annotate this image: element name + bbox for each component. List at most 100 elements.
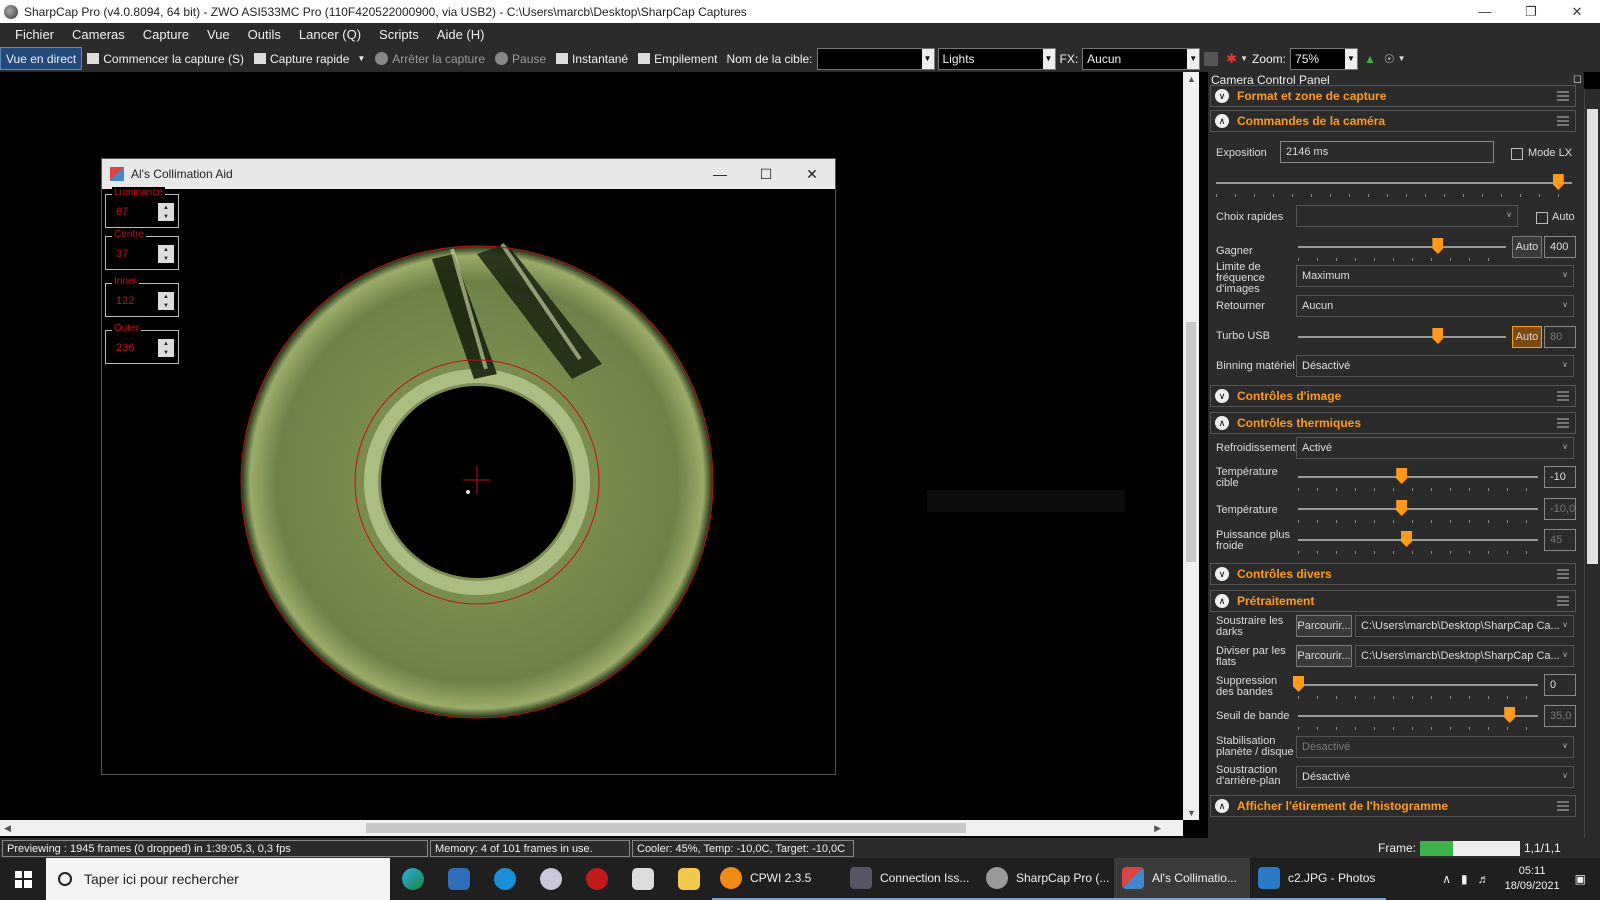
spin-up-icon[interactable]: ▲ [158, 339, 174, 348]
chevron-down-icon[interactable]: ∨ [1506, 210, 1512, 219]
luminance-value[interactable]: 67 [116, 206, 128, 218]
task-cpwi[interactable]: CPWI 2.3.5 [712, 858, 842, 900]
volume-icon[interactable]: ♬ [1478, 872, 1490, 886]
inner-spinner[interactable]: Inner 122 ▲ ▼ [105, 276, 179, 317]
chevron-up-icon[interactable]: ∧ [1215, 594, 1229, 608]
section-histogram[interactable]: ∧ Afficher l'étirement de l'histogramme [1210, 795, 1576, 817]
usb-turbo-auto-button[interactable]: Auto [1512, 326, 1542, 348]
drag-handle-icon[interactable] [1557, 569, 1569, 579]
menu-aide[interactable]: Aide (H) [428, 27, 494, 42]
banding-supp-slider-thumb[interactable] [1293, 676, 1304, 692]
banding-thresh-slider-thumb[interactable] [1504, 707, 1516, 723]
gain-slider-thumb[interactable] [1432, 238, 1444, 254]
drag-handle-icon[interactable] [1557, 91, 1569, 101]
drag-handle-icon[interactable] [1557, 116, 1569, 126]
taskbar-explorer[interactable] [666, 858, 712, 900]
scroll-down-icon[interactable]: ▼ [1187, 808, 1196, 818]
stabilization-select[interactable]: Désactivé ∨ [1296, 736, 1574, 758]
taskbar-app-2[interactable] [436, 858, 482, 900]
taskbar-app-3[interactable] [482, 858, 528, 900]
start-capture-button[interactable]: Commencer la capture (S) [82, 47, 249, 70]
chevron-down-icon[interactable]: ∨ [1562, 620, 1568, 629]
usb-turbo-slider[interactable] [1298, 336, 1506, 338]
spin-down-icon[interactable]: ▼ [158, 301, 174, 310]
usb-turbo-slider-thumb[interactable] [1432, 328, 1444, 344]
spinner-arrows[interactable]: ▲ ▼ [158, 203, 174, 221]
notifications-icon[interactable]: ▣ [1575, 872, 1586, 886]
section-format[interactable]: ∨ Format et zone de capture [1210, 85, 1576, 107]
usb-turbo-input[interactable]: 80 [1544, 326, 1576, 348]
centre-value[interactable]: 37 [116, 248, 128, 260]
collimation-close-button[interactable]: ✕ [789, 159, 835, 189]
scroll-thumb[interactable] [1587, 109, 1598, 564]
scroll-right-icon[interactable]: ▶ [1154, 823, 1161, 834]
drag-handle-icon[interactable] [1557, 596, 1569, 606]
exposure-slider-thumb[interactable] [1552, 174, 1564, 190]
section-image[interactable]: ∨ Contrôles d'image [1210, 385, 1576, 407]
flip-select[interactable]: Aucun ∨ [1296, 295, 1574, 317]
chevron-down-icon[interactable]: ∨ [1562, 300, 1568, 309]
target-temp-slider-thumb[interactable] [1396, 468, 1408, 484]
chevron-down-icon[interactable]: ∨ [1562, 771, 1568, 780]
chevron-down-icon[interactable]: ∨ [1562, 650, 1568, 659]
drag-handle-icon[interactable] [1557, 801, 1569, 811]
binning-select[interactable]: Désactivé ∨ [1296, 355, 1574, 377]
scroll-left-icon[interactable]: ◀ [4, 823, 11, 834]
chevron-up-icon[interactable]: ∧ [1215, 416, 1229, 430]
taskbar-search[interactable]: Taper ici pour rechercher [46, 858, 390, 900]
taskbar-edge[interactable] [390, 858, 436, 900]
frame-type-select[interactable]: Lights ▼ [937, 47, 1056, 70]
chevron-down-icon[interactable]: ∨ [1215, 389, 1229, 403]
menu-capture[interactable]: Capture [134, 27, 198, 42]
menu-outils[interactable]: Outils [239, 27, 290, 42]
banding-supp-slider[interactable] [1298, 684, 1538, 686]
outer-spinner[interactable]: Outer 236 ▲ ▼ [105, 323, 179, 364]
chevron-down-icon[interactable]: ▼ [1398, 54, 1406, 63]
gain-input[interactable]: 400 [1544, 236, 1576, 258]
chevron-down-icon[interactable]: ▼ [1240, 54, 1248, 63]
banding-supp-input[interactable]: 0 [1544, 674, 1576, 696]
chevron-up-icon[interactable]: ∧ [1215, 114, 1229, 128]
chevron-down-icon[interactable]: ∨ [1215, 89, 1229, 103]
task-photos[interactable]: c2.JPG - Photos [1250, 858, 1386, 900]
lx-mode-checkbox[interactable] [1511, 148, 1523, 160]
battery-icon[interactable]: ▮ [1461, 872, 1468, 886]
chevron-down-icon[interactable]: ∨ [1562, 442, 1568, 451]
pin-icon[interactable]: ◻ [1573, 72, 1582, 85]
section-thermal[interactable]: ∧ Contrôles thermiques [1210, 412, 1576, 434]
flats-path-select[interactable]: C:\Users\marcb\Desktop\SharpCap Ca... ∨ [1355, 645, 1574, 667]
scroll-thumb[interactable] [366, 823, 966, 833]
spin-down-icon[interactable]: ▼ [158, 254, 174, 263]
scroll-thumb[interactable] [1186, 322, 1196, 562]
target-name-input[interactable]: ▼ [816, 47, 935, 70]
collimation-maximize-button[interactable]: ☐ [743, 159, 789, 189]
menu-vue[interactable]: Vue [198, 27, 239, 42]
collimation-aid-window[interactable]: Al's Collimation Aid — ☐ ✕ Luminance 67 … [101, 158, 836, 775]
target-temp-input[interactable]: -10 [1544, 466, 1576, 488]
zoom-select[interactable]: 75% ▼ [1290, 47, 1359, 70]
stop-capture-button[interactable]: Arrêter la capture [370, 47, 490, 70]
menu-cameras[interactable]: Cameras [63, 27, 134, 42]
flats-browse-button[interactable]: Parcourir... [1296, 645, 1352, 667]
chevron-down-icon[interactable]: ∨ [1562, 360, 1568, 369]
select-area-icon[interactable] [1204, 51, 1219, 66]
chevron-up-icon[interactable]: ∧ [1215, 799, 1229, 813]
drag-handle-icon[interactable] [1557, 391, 1569, 401]
darks-browse-button[interactable]: Parcourir... [1296, 615, 1352, 637]
spin-down-icon[interactable]: ▼ [158, 212, 174, 221]
exposure-slider[interactable] [1216, 182, 1572, 184]
chevron-down-icon[interactable]: ∨ [1562, 741, 1568, 750]
clock[interactable]: 05:11 18/09/2021 [1505, 864, 1560, 894]
chevron-down-icon[interactable]: ▼ [1042, 48, 1055, 69]
spin-up-icon[interactable]: ▲ [158, 245, 174, 254]
banding-thresh-input[interactable]: 35,0 [1544, 705, 1576, 727]
inner-value[interactable]: 122 [116, 295, 134, 307]
gain-slider[interactable] [1298, 246, 1506, 248]
focus-icon[interactable]: ☉ [1384, 52, 1395, 66]
stacking-button[interactable]: Empilement [633, 47, 722, 70]
menu-fichier[interactable]: Fichier [6, 27, 63, 42]
frame-rate-select[interactable]: Maximum ∨ [1296, 265, 1574, 287]
spin-up-icon[interactable]: ▲ [158, 203, 174, 212]
quick-choice-select[interactable]: ∨ [1296, 205, 1518, 227]
chevron-down-icon[interactable]: ▼ [357, 54, 365, 63]
